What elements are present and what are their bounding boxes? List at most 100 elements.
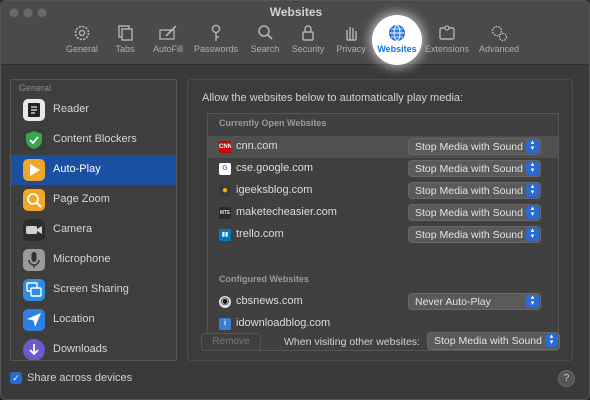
igeeksblog-favicon-icon: ●	[219, 185, 231, 197]
popup-value: Stop Media with Sound	[434, 335, 542, 347]
sidebar: General Reader Content Blockers Auto-Pla…	[10, 79, 177, 361]
maketecheasier-favicon-icon: MTE	[219, 207, 231, 219]
trello-favicon-icon: ▮▮	[219, 229, 231, 241]
popup-value: Stop Media with Sound	[415, 185, 523, 197]
site-row-trello[interactable]: ▮▮ trello.com Stop Media with Sound ▴ ▾	[208, 224, 558, 246]
microphone-icon	[23, 249, 45, 271]
popup-value: Stop Media with Sound	[415, 229, 523, 241]
play-icon	[23, 159, 45, 181]
section-title-configured-websites: Configured Websites	[219, 274, 309, 284]
pencil-icon	[159, 25, 177, 40]
popup-value: Stop Media with Sound	[415, 207, 523, 219]
sidebar-item-screen-sharing[interactable]: Screen Sharing	[11, 275, 176, 305]
sidebar-item-label: Camera	[53, 223, 93, 235]
sidebar-item-label: Screen Sharing	[53, 283, 129, 295]
section-title-open-websites: Currently Open Websites	[219, 118, 327, 128]
chevron-updown-icon: ▴ ▾	[545, 333, 558, 347]
magnifier-icon	[23, 189, 45, 211]
site-name: cse.google.com	[236, 162, 314, 174]
site-name: maketecheasier.com	[236, 206, 337, 218]
site-name: idownloadblog.com	[236, 317, 331, 329]
tab-extensions[interactable]: Extensions	[419, 23, 475, 63]
sidebar-item-page-zoom[interactable]: Page Zoom	[11, 185, 176, 215]
key-icon	[211, 24, 221, 41]
cnn-favicon-icon: CNN	[219, 141, 231, 153]
location-arrow-icon	[23, 309, 45, 331]
site-row-google[interactable]: G cse.google.com Stop Media with Sound ▴…	[208, 158, 558, 180]
sidebar-item-location[interactable]: Location	[11, 305, 176, 335]
sidebar-item-downloads[interactable]: Downloads	[11, 335, 176, 360]
chevron-updown-icon: ▴ ▾	[526, 227, 539, 241]
chevron-updown-icon: ▴ ▾	[526, 139, 539, 153]
tab-label: Passwords	[193, 44, 238, 54]
site-name: trello.com	[236, 228, 284, 240]
help-button[interactable]: ?	[558, 370, 575, 387]
toolbar: Websites General Tabs AutoFill Passwords…	[1, 1, 589, 65]
tab-advanced[interactable]: Advanced	[471, 23, 527, 63]
auto-play-setting-popup[interactable]: Stop Media with Sound ▴ ▾	[408, 204, 541, 221]
search-icon	[258, 25, 273, 40]
auto-play-setting-popup[interactable]: Stop Media with Sound ▴ ▾	[408, 160, 541, 177]
sidebar-item-label: Page Zoom	[53, 193, 110, 205]
panel-heading: Allow the websites below to automaticall…	[202, 92, 464, 104]
tab-websites[interactable]: Websites	[369, 23, 425, 63]
puzzle-icon	[439, 25, 455, 40]
camera-icon	[23, 219, 45, 241]
sidebar-item-reader[interactable]: Reader	[11, 95, 176, 125]
site-row-maketecheasier[interactable]: MTE maketecheasier.com Stop Media with S…	[208, 202, 558, 224]
lock-icon	[302, 25, 314, 41]
hand-icon	[346, 27, 357, 41]
sidebar-item-microphone[interactable]: Microphone	[11, 245, 176, 275]
other-websites-setting-popup[interactable]: Stop Media with Sound ▴ ▾	[427, 332, 560, 350]
gears-icon	[491, 25, 508, 42]
popup-value: Stop Media with Sound	[415, 141, 523, 153]
chevron-updown-icon: ▴ ▾	[526, 205, 539, 219]
websites-list[interactable]: Currently Open Websites CNN cnn.com Stop…	[207, 113, 559, 351]
auto-play-setting-popup[interactable]: Never Auto-Play ▴ ▾	[408, 293, 541, 310]
chevron-updown-icon: ▴ ▾	[526, 183, 539, 197]
sidebar-item-label: Content Blockers	[53, 133, 137, 145]
site-row-cnn[interactable]: CNN cnn.com Stop Media with Sound ▴ ▾	[208, 136, 558, 158]
share-across-devices-checkbox[interactable]: ✓	[10, 372, 22, 384]
screen-sharing-icon	[23, 279, 45, 301]
auto-play-setting-popup[interactable]: Stop Media with Sound ▴ ▾	[408, 138, 541, 155]
safari-preferences-window: Websites General Tabs AutoFill Passwords…	[0, 0, 590, 400]
site-name: igeeksblog.com	[236, 184, 313, 196]
other-websites-label: When visiting other websites:	[284, 336, 420, 348]
sidebar-item-camera[interactable]: Camera	[11, 215, 176, 245]
tab-label: Websites	[377, 44, 417, 54]
sidebar-item-label: Microphone	[53, 253, 111, 265]
sidebar-item-label: Reader	[53, 103, 90, 115]
popup-value: Stop Media with Sound	[415, 163, 523, 175]
chevron-updown-icon: ▴ ▾	[526, 161, 539, 175]
auto-play-setting-popup[interactable]: Stop Media with Sound ▴ ▾	[408, 182, 541, 199]
sidebar-item-label: Location	[53, 313, 95, 325]
reader-icon	[23, 99, 45, 121]
window-title: Websites	[269, 5, 323, 19]
google-favicon-icon: G	[219, 163, 231, 175]
tabs-icon	[118, 25, 133, 41]
sidebar-item-label: Auto-Play	[53, 163, 101, 175]
tab-label: Extensions	[424, 44, 470, 54]
chevron-updown-icon: ▴ ▾	[526, 294, 539, 308]
share-across-devices-label: Share across devices	[27, 372, 133, 384]
tab-label: Advanced	[478, 44, 520, 54]
gear-icon	[74, 25, 90, 41]
sidebar-header: General	[19, 83, 52, 93]
downloads-icon	[23, 339, 45, 360]
site-row-cbsnews[interactable]: ◉ cbsnews.com Never Auto-Play ▴ ▾	[208, 291, 558, 313]
site-name: cbsnews.com	[236, 295, 303, 307]
globe-icon	[389, 25, 405, 41]
shield-check-icon	[23, 129, 45, 151]
auto-play-settings-panel: Allow the websites below to automaticall…	[187, 79, 573, 361]
idownloadblog-favicon-icon: i	[219, 318, 231, 330]
tab-passwords[interactable]: Passwords	[188, 23, 244, 63]
cbsnews-favicon-icon: ◉	[219, 296, 231, 308]
site-row-igeeksblog[interactable]: ● igeeksblog.com Stop Media with Sound ▴…	[208, 180, 558, 202]
remove-button[interactable]: Remove	[201, 333, 261, 351]
site-name: cnn.com	[236, 140, 278, 152]
sidebar-item-auto-play[interactable]: Auto-Play	[11, 155, 176, 185]
auto-play-setting-popup[interactable]: Stop Media with Sound ▴ ▾	[408, 226, 541, 243]
sidebar-item-content-blockers[interactable]: Content Blockers	[11, 125, 176, 155]
popup-value: Never Auto-Play	[415, 296, 491, 308]
